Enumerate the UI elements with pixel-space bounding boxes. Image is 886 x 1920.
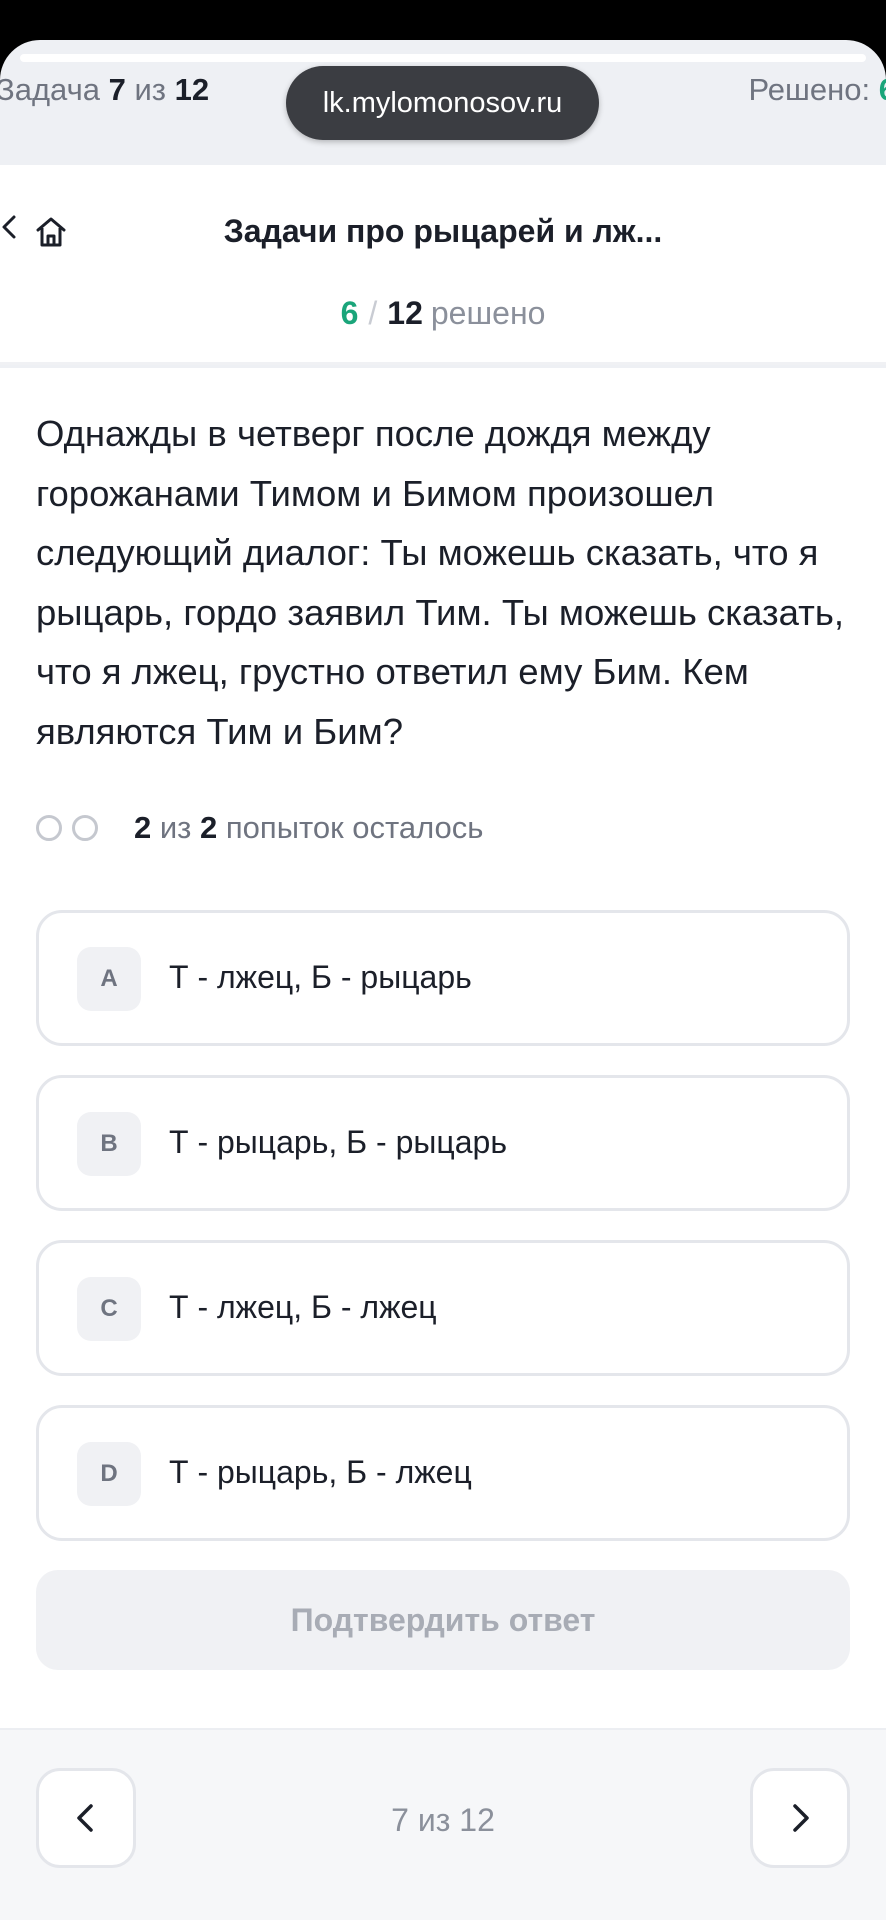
progress-separator: / bbox=[368, 295, 378, 331]
option-text: Т - лжец, Б - рыцарь bbox=[169, 959, 472, 995]
question-text: Однажды в четверг после дождя между горо… bbox=[36, 413, 845, 752]
answer-option-b[interactable]: B Т - рыцарь, Б - рыцарь bbox=[36, 1075, 850, 1211]
attempts-text: 2 из 2 попыток осталось bbox=[134, 810, 483, 846]
task-current: 7 bbox=[108, 72, 126, 107]
chevron-left-icon[interactable] bbox=[0, 207, 20, 247]
attempt-circle-icon bbox=[36, 815, 62, 841]
answer-option-a[interactable]: A Т - лжец, Б - рыцарь bbox=[36, 910, 850, 1046]
attempts-left: 2 bbox=[134, 810, 152, 845]
next-task-button[interactable] bbox=[750, 1768, 850, 1868]
task-content: Однажды в четверг после дождя между горо… bbox=[0, 368, 886, 1728]
task-total: 12 bbox=[174, 72, 210, 107]
option-letter: D bbox=[77, 1442, 141, 1506]
option-text: Т - лжец, Б - лжец bbox=[169, 1289, 437, 1325]
progress-total: 12 bbox=[387, 295, 423, 331]
chevron-right-icon bbox=[793, 1804, 809, 1832]
attempts-total: 2 bbox=[200, 810, 218, 845]
progress-solved: 6 bbox=[340, 295, 359, 331]
option-letter: C bbox=[77, 1277, 141, 1341]
attempt-circle-icon bbox=[72, 815, 98, 841]
sheet-top-edge bbox=[20, 54, 866, 62]
attempts-label: попыток осталось bbox=[217, 810, 484, 845]
option-letter: A bbox=[77, 947, 141, 1011]
bottom-pager: 7 из 12 bbox=[0, 1728, 886, 1920]
task-of: из bbox=[125, 72, 175, 107]
solved-progress: 6/12 решено bbox=[0, 295, 886, 332]
solved-counter: Решено: 6 bbox=[748, 72, 886, 108]
confirm-answer-button[interactable]: Подтвердить ответ bbox=[36, 1570, 850, 1670]
attempts-indicator: 2 из 2 попыток осталось bbox=[36, 808, 483, 848]
home-icon[interactable] bbox=[34, 215, 68, 249]
answer-option-d[interactable]: D Т - рыцарь, Б - лжец bbox=[36, 1405, 850, 1541]
phone-screen: Задача 7 из 12 Решено: 6 lk.mylomonosov.… bbox=[0, 0, 886, 1920]
answer-option-c[interactable]: C Т - лжец, Б - лжец bbox=[36, 1240, 850, 1376]
url-bar[interactable]: lk.mylomonosov.ru bbox=[286, 66, 599, 140]
page-header: Задачи про рыцарей и лж... 6/12 решено bbox=[0, 165, 886, 365]
option-text: Т - рыцарь, Б - рыцарь bbox=[169, 1124, 507, 1160]
task-counter: Задача 7 из 12 bbox=[0, 72, 209, 108]
solved-value: 6 bbox=[879, 72, 886, 107]
progress-label: решено bbox=[430, 295, 546, 331]
page-title: Задачи про рыцарей и лж... bbox=[223, 213, 663, 249]
solved-prefix: Решено: bbox=[748, 72, 879, 107]
option-letter: B bbox=[77, 1112, 141, 1176]
task-prefix: Задача bbox=[0, 72, 109, 107]
attempts-of: из bbox=[151, 810, 201, 845]
option-text: Т - рыцарь, Б - лжец bbox=[169, 1454, 472, 1490]
